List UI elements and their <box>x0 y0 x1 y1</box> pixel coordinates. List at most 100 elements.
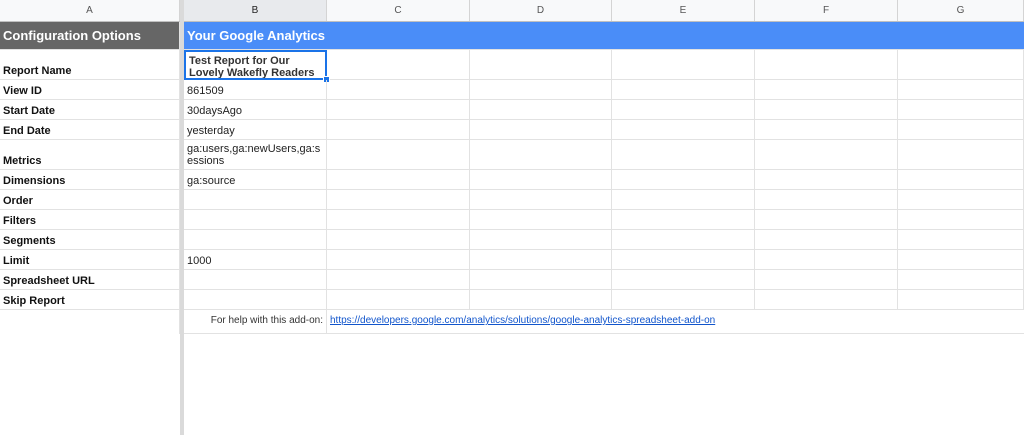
grid-cell[interactable] <box>612 190 755 210</box>
grid-cell[interactable] <box>612 100 755 120</box>
limit-cell[interactable]: 1000 <box>184 250 327 270</box>
grid-cell[interactable] <box>755 140 898 170</box>
grid-cell[interactable] <box>898 190 1024 210</box>
row-label[interactable]: Limit <box>0 250 180 270</box>
grid-cell[interactable] <box>327 270 470 290</box>
grid-cell[interactable] <box>327 230 470 250</box>
grid-cell[interactable] <box>755 290 898 310</box>
grid-cell[interactable] <box>327 140 470 170</box>
grid-cell[interactable] <box>470 140 612 170</box>
grid-cell[interactable] <box>327 170 470 190</box>
dimensions-cell[interactable]: ga:source <box>184 170 327 190</box>
column-header-d[interactable]: D <box>470 0 612 21</box>
reports-header[interactable]: Your Google Analytics Reports <box>184 22 378 50</box>
grid-cell[interactable] <box>755 50 898 80</box>
grid-cell[interactable] <box>470 250 612 270</box>
grid-cell[interactable] <box>898 100 1024 120</box>
grid-cell[interactable] <box>612 80 755 100</box>
grid-cell[interactable] <box>755 230 898 250</box>
grid-cell[interactable] <box>898 140 1024 170</box>
row-label[interactable]: Skip Report <box>0 290 180 310</box>
grid-cell[interactable] <box>898 250 1024 270</box>
grid-cell[interactable] <box>470 210 612 230</box>
spreadsheet-url-cell[interactable] <box>184 270 327 290</box>
grid-cell[interactable] <box>898 290 1024 310</box>
header-fill-c[interactable] <box>327 22 1024 50</box>
column-header-e[interactable]: E <box>612 0 755 21</box>
order-cell[interactable] <box>184 190 327 210</box>
grid-cell[interactable] <box>470 50 612 80</box>
grid-cell[interactable] <box>470 80 612 100</box>
grid-cell[interactable] <box>755 190 898 210</box>
grid-cell[interactable] <box>470 170 612 190</box>
grid-cell[interactable] <box>898 270 1024 290</box>
column-header-c[interactable]: C <box>327 0 470 21</box>
column-header-g[interactable]: G <box>898 0 1024 21</box>
row-label[interactable]: Filters <box>0 210 180 230</box>
grid-cell[interactable] <box>470 190 612 210</box>
grid-cell[interactable] <box>470 100 612 120</box>
view-id-cell[interactable]: 861509 <box>184 80 327 100</box>
column-header-f[interactable]: F <box>755 0 898 21</box>
segments-cell[interactable] <box>184 230 327 250</box>
grid-cell[interactable] <box>612 270 755 290</box>
grid-cell[interactable] <box>327 290 470 310</box>
grid-cell[interactable] <box>327 50 470 80</box>
grid-cell[interactable] <box>898 210 1024 230</box>
grid-cell[interactable] <box>612 120 755 140</box>
grid-cell[interactable] <box>470 120 612 140</box>
grid-cell[interactable] <box>470 270 612 290</box>
grid-cell[interactable] <box>470 290 612 310</box>
grid-cell[interactable] <box>327 80 470 100</box>
column-header-b[interactable]: B <box>184 0 327 21</box>
row-label[interactable]: End Date <box>0 120 180 140</box>
grid-cell[interactable] <box>898 120 1024 140</box>
grid-cell[interactable] <box>327 250 470 270</box>
grid-cell[interactable] <box>898 170 1024 190</box>
row-label[interactable]: View ID <box>0 80 180 100</box>
grid-cell[interactable] <box>0 310 180 334</box>
grid-cell[interactable] <box>898 230 1024 250</box>
metrics-cell[interactable]: ga:users,ga:newUsers,ga:sessions <box>184 140 327 170</box>
grid-cell[interactable] <box>755 80 898 100</box>
report-name-cell[interactable]: Test Report for Our Lovely Wakefly Reade… <box>184 50 327 80</box>
grid-cell[interactable] <box>755 210 898 230</box>
grid-cell[interactable] <box>327 190 470 210</box>
grid-cell[interactable] <box>470 230 612 250</box>
column-header-a[interactable]: A <box>0 0 180 21</box>
grid-cell[interactable] <box>327 120 470 140</box>
grid-cell[interactable] <box>612 250 755 270</box>
grid-cell[interactable] <box>327 210 470 230</box>
row-label[interactable]: Order <box>0 190 180 210</box>
row-label[interactable]: Spreadsheet URL <box>0 270 180 290</box>
start-date-cell[interactable]: 30daysAgo <box>184 100 327 120</box>
frozen-column-divider[interactable] <box>180 0 184 435</box>
row-label[interactable]: Segments <box>0 230 180 250</box>
grid-cell[interactable] <box>755 270 898 290</box>
help-label[interactable]: For help with this add-on: <box>184 310 327 334</box>
grid-cell[interactable] <box>755 250 898 270</box>
grid-cell[interactable] <box>327 100 470 120</box>
grid-cell[interactable] <box>755 170 898 190</box>
config-options-header[interactable]: Configuration Options <box>0 22 180 50</box>
end-date-cell[interactable]: yesterday <box>184 120 327 140</box>
grid-cell[interactable] <box>898 50 1024 80</box>
row-label[interactable]: Start Date <box>0 100 180 120</box>
grid-cell[interactable] <box>612 50 755 80</box>
grid-cell[interactable] <box>612 140 755 170</box>
grid-cell[interactable] <box>755 100 898 120</box>
grid-cell[interactable] <box>612 210 755 230</box>
help-link[interactable]: https://developers.google.com/analytics/… <box>330 315 715 326</box>
help-link-cell[interactable]: https://developers.google.com/analytics/… <box>327 310 1024 334</box>
grid-cell[interactable] <box>612 290 755 310</box>
row-label[interactable]: Report Name <box>0 50 180 80</box>
grid-cell[interactable] <box>755 120 898 140</box>
filters-cell[interactable] <box>184 210 327 230</box>
grid-cell[interactable] <box>612 170 755 190</box>
grid-cell[interactable] <box>898 80 1024 100</box>
skip-report-cell[interactable] <box>184 290 327 310</box>
row-label[interactable]: Metrics <box>0 140 180 170</box>
grid-cell[interactable] <box>612 230 755 250</box>
row-label[interactable]: Dimensions <box>0 170 180 190</box>
table-row: Start Date 30daysAgo <box>0 100 1024 120</box>
